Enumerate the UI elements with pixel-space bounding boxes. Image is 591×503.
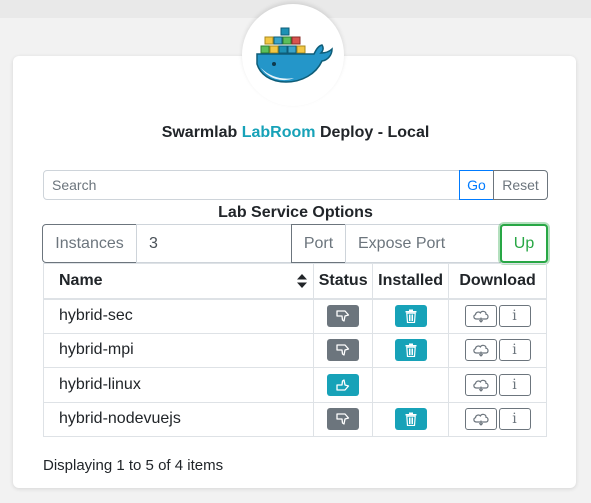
sort-icon[interactable] (297, 274, 308, 288)
status-column-header: Status (313, 263, 374, 300)
table-row: hybrid-nodevuejs i (42, 401, 547, 437)
status-down-button[interactable] (327, 339, 360, 362)
search-input[interactable] (43, 170, 460, 200)
thumbs-down-icon (336, 344, 350, 356)
trash-icon (405, 309, 417, 323)
info-icon: i (512, 411, 517, 428)
status-down-button[interactable] (327, 408, 360, 431)
info-icon: i (512, 308, 517, 324)
download-cell: i (448, 401, 547, 437)
table-row: hybrid-mpi i (42, 332, 547, 368)
cloud-icon (472, 310, 489, 323)
installed-cell (372, 298, 450, 334)
title-prefix: Swarmlab (161, 124, 242, 141)
download-button[interactable] (464, 408, 497, 431)
table-row: hybrid-linux i (42, 367, 547, 403)
info-button[interactable]: i (498, 305, 531, 327)
download-cell: i (448, 298, 547, 334)
thumbs-down-icon (336, 413, 350, 425)
port-label: Port (291, 224, 346, 263)
expose-port-input[interactable] (345, 224, 501, 263)
download-button[interactable] (464, 305, 497, 327)
installed-column-header: Installed (372, 263, 450, 300)
reset-button[interactable]: Reset (493, 170, 548, 200)
status-cell (313, 298, 374, 334)
info-icon: i (512, 376, 517, 393)
logo (242, 4, 344, 106)
info-icon: i (512, 342, 517, 359)
name-column-header[interactable]: Name (42, 263, 315, 300)
search-bar: Go Reset (43, 170, 548, 200)
service-name: hybrid-nodevuejs (42, 401, 315, 437)
remove-button[interactable] (394, 305, 427, 327)
name-header-label: Name (59, 271, 103, 289)
service-name: hybrid-mpi (42, 332, 315, 368)
cloud-icon (472, 414, 489, 426)
service-name: hybrid-sec (42, 298, 315, 334)
remove-button[interactable] (394, 339, 427, 362)
trash-icon (405, 412, 417, 427)
thumbs-up-icon (336, 379, 350, 391)
cloud-icon (472, 345, 489, 357)
go-button[interactable]: Go (459, 170, 494, 200)
installed-cell (372, 332, 450, 368)
installed-cell (372, 367, 450, 403)
title-suffix: Deploy - Local (315, 124, 430, 141)
status-up-button[interactable] (327, 373, 360, 396)
status-cell (313, 401, 374, 437)
download-column-header: Download (448, 263, 547, 300)
title-accent: LabRoom (241, 124, 316, 141)
status-cell (313, 332, 374, 368)
pagination-info: Displaying 1 to 5 of 4 items (43, 457, 224, 474)
cloud-icon (472, 379, 489, 392)
services-table: Name Status Installed Download hybrid-se… (42, 263, 547, 437)
instances-label: Instances (42, 224, 137, 263)
info-button[interactable]: i (498, 373, 531, 396)
status-down-button[interactable] (327, 305, 360, 327)
service-name: hybrid-linux (42, 367, 315, 403)
installed-cell (372, 401, 450, 437)
status-cell (313, 367, 374, 403)
page-title: Swarmlab LabRoom Deploy - Local (0, 124, 591, 142)
instances-input[interactable] (136, 224, 292, 263)
options-row: Instances Port Up (42, 224, 549, 263)
options-heading: Lab Service Options (218, 204, 373, 221)
download-button[interactable] (464, 373, 497, 396)
up-button[interactable]: Up (500, 224, 548, 263)
download-cell: i (448, 332, 547, 368)
download-cell: i (448, 367, 547, 403)
trash-icon (405, 343, 417, 358)
table-row: hybrid-sec i (42, 298, 547, 334)
download-button[interactable] (464, 339, 497, 362)
thumbs-down-icon (336, 310, 350, 322)
docker-whale-icon (256, 27, 333, 83)
remove-button[interactable] (394, 408, 427, 431)
info-button[interactable]: i (498, 408, 531, 431)
table-header-row: Name Status Installed Download (42, 263, 547, 300)
info-button[interactable]: i (498, 339, 531, 362)
